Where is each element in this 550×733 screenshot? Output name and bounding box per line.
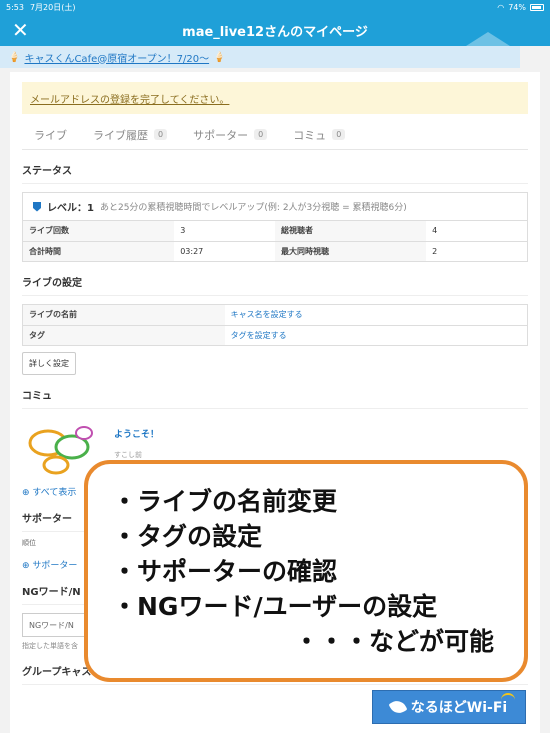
tab-community[interactable]: コミュ 0 xyxy=(293,127,346,143)
table-row: タグ タグを設定する xyxy=(23,324,527,345)
table-row: ライブの名前 キャス名を設定する xyxy=(23,305,527,325)
feature-callout: ・ライブの名前変更 ・タグの設定 ・サポーターの確認 ・NGワード/ユーザーの設… xyxy=(84,460,528,682)
table-value: 2 xyxy=(426,240,527,261)
table-value: 03:27 xyxy=(174,240,275,261)
status-heading: ステータス xyxy=(22,150,528,184)
email-notice-link[interactable]: メールアドレスの登録を完了してください。 xyxy=(30,91,229,106)
tab-live[interactable]: ライブ xyxy=(34,127,67,143)
live-settings-table: ライブの名前 キャス名を設定する タグ タグを設定する xyxy=(23,305,527,345)
tab-label: コミュ xyxy=(293,128,327,142)
table-value: 4 xyxy=(432,226,438,236)
level-row: レベル：1 あと25分の累積視聴時間でレベルアップ(例: 2人が3分視聴 = 累… xyxy=(23,193,527,221)
wifi-icon: ◠ xyxy=(497,2,505,12)
callout-line: ・NGワード/ユーザーの設定 xyxy=(112,592,438,621)
set-tag-link[interactable]: タグを設定する xyxy=(224,324,527,345)
community-heading: コミュ xyxy=(22,375,528,409)
table-row: ライブ回数 3 総視聴者 4 xyxy=(23,221,527,241)
table-row: 合計時間 03:27 最大同時視聴 2 xyxy=(23,240,527,261)
status-bar: 5:53 7月20日(土) ◠ 74% xyxy=(0,0,550,14)
community-welcome[interactable]: ようこそ！ xyxy=(114,427,159,440)
callout-line: ・・・などが可能 xyxy=(293,627,494,656)
detail-settings-button[interactable]: 詳しく設定 xyxy=(22,352,76,375)
cup-icon: 🍦 xyxy=(8,51,21,63)
close-icon[interactable]: ✕ xyxy=(12,18,29,42)
plus-circle-icon: ⊕ xyxy=(22,488,30,498)
email-notice[interactable]: メールアドレスの登録を完了してください。 xyxy=(22,82,528,114)
logo-text: なるほどWi-Fi xyxy=(410,700,508,716)
table-label: ライブの名前 xyxy=(23,305,225,325)
table-value: 3 xyxy=(180,226,186,236)
level-value: レベル：1 xyxy=(47,203,94,214)
tab-supporter[interactable]: サポーター 0 xyxy=(193,127,268,143)
status-table: ライブ回数 3 総視聴者 4 合計時間 03:27 最大同時視聴 2 xyxy=(23,221,527,261)
table-label: 総視聴者 xyxy=(274,221,427,241)
wifi-arc-icon xyxy=(501,693,515,703)
live-settings-heading: ライブの設定 xyxy=(22,262,528,296)
table-label: タグ xyxy=(23,324,225,345)
callout-line: ・タグの設定 xyxy=(112,522,263,551)
cup-icon: 🍦 xyxy=(213,51,226,63)
pen-icon xyxy=(388,697,408,717)
status-date: 7月20日(土) xyxy=(29,2,76,12)
tab-bar: ライブ ライブ履歴 0 サポーター 0 コミュ 0 xyxy=(22,120,528,150)
page-title: mae_live12さんのマイページ xyxy=(182,24,368,40)
table-label: 最大同時視聴 xyxy=(274,240,427,261)
live-settings-box: ライブの名前 キャス名を設定する タグ タグを設定する xyxy=(22,304,528,346)
community-time: すこし前 xyxy=(114,451,142,459)
battery-icon xyxy=(530,3,544,11)
tab-count-badge: 0 xyxy=(332,129,346,140)
supporter-link-label: サポーター xyxy=(32,561,78,571)
shield-icon xyxy=(33,201,41,212)
level-note: あと25分の累積視聴時間でレベルアップ(例: 2人が3分視聴 = 累積視聴6分) xyxy=(99,203,407,213)
callout-line: ・ライブの名前変更 xyxy=(112,487,338,516)
tab-count-badge: 0 xyxy=(254,129,268,140)
show-all-label: すべて表示 xyxy=(32,488,77,498)
plus-circle-icon: ⊕ xyxy=(22,561,30,571)
table-label: 合計時間 xyxy=(23,240,175,261)
tab-label: サポーター xyxy=(193,128,249,142)
status-box: レベル：1 あと25分の累積視聴時間でレベルアップ(例: 2人が3分視聴 = 累… xyxy=(22,192,528,262)
nav-bar: ✕ mae_live12さんのマイページ xyxy=(0,14,550,46)
callout-line: ・サポーターの確認 xyxy=(112,557,338,586)
promo-banner[interactable]: 🍦 キャスくんCafe@原宿オープン！7/20〜 🍦 xyxy=(0,46,520,68)
naruhodo-wifi-logo: なるほどWi-Fi xyxy=(372,690,526,724)
tab-count-badge: 0 xyxy=(154,129,168,140)
tab-label: ライブ xyxy=(34,128,67,142)
promo-banner-text[interactable]: キャスくんCafe@原宿オープン！7/20〜 xyxy=(24,50,209,65)
battery-percent: 74% xyxy=(508,2,526,12)
tab-live-history[interactable]: ライブ履歴 0 xyxy=(93,127,168,143)
header-decoration xyxy=(466,32,510,46)
tab-label: ライブ履歴 xyxy=(93,128,148,142)
set-live-name-link[interactable]: キャス名を設定する xyxy=(225,305,527,325)
table-label: ライブ回数 xyxy=(23,221,175,241)
status-time: 5:53 xyxy=(6,2,24,12)
